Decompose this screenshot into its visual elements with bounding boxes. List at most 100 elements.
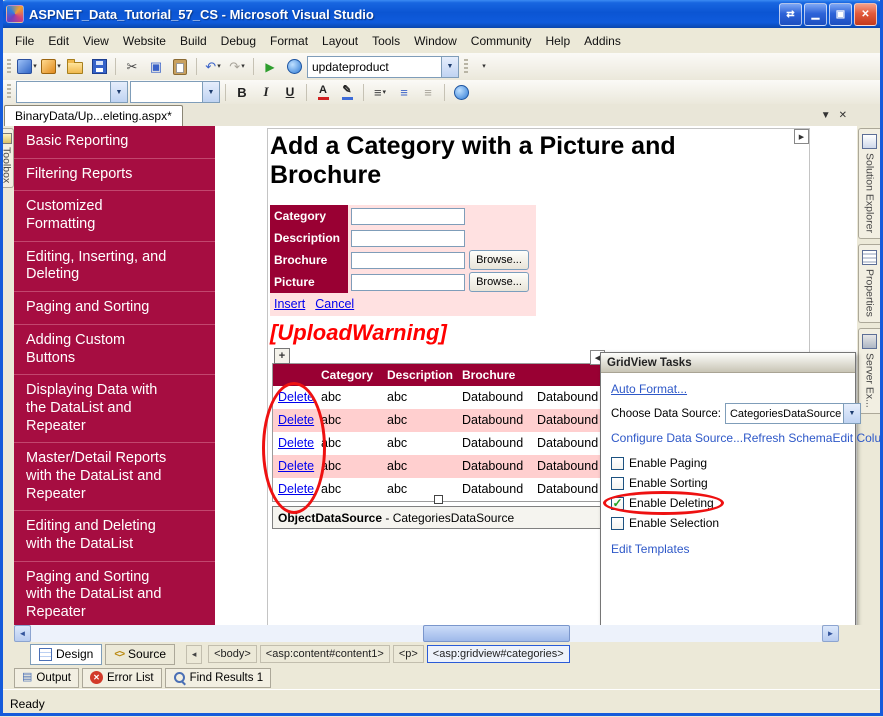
cancel-link[interactable]: Cancel xyxy=(315,297,354,311)
underline-button[interactable]: U xyxy=(279,81,301,103)
objectdatasource-control[interactable]: ObjectDataSource - CategoriesDataSource xyxy=(272,506,606,529)
menu-item[interactable]: View xyxy=(76,31,116,51)
tag-breadcrumb[interactable]: <body> xyxy=(208,645,257,663)
combo-dropdown-icon[interactable]: ▼ xyxy=(110,82,127,102)
tab-server-explorer[interactable]: Server Ex... xyxy=(858,328,880,414)
scroll-left-icon[interactable]: ◄ xyxy=(14,625,31,642)
italic-button[interactable]: I xyxy=(255,81,277,103)
sidebar-item[interactable]: Filtering Reports xyxy=(14,159,215,192)
menu-item[interactable]: Format xyxy=(263,31,315,51)
start-debugging-button[interactable]: ▶ xyxy=(259,56,281,78)
browse-button[interactable]: Browse... xyxy=(469,250,529,270)
data-source-combo[interactable]: CategoriesDataSource ▼ xyxy=(725,403,861,424)
scrollbar-track[interactable] xyxy=(31,625,822,642)
paste-button[interactable] xyxy=(169,56,191,78)
menu-item[interactable]: Community xyxy=(464,31,539,51)
task-link[interactable]: Configure Data Source... xyxy=(611,431,743,445)
tag-breadcrumb[interactable]: <asp:content#content1> xyxy=(260,645,390,663)
checkbox[interactable]: ✓ xyxy=(611,457,624,470)
sidebar-item[interactable]: Editing, Inserting, and Deleting xyxy=(14,242,215,292)
minimize-button[interactable]: ▁ xyxy=(804,3,827,26)
checkbox[interactable]: ✓ xyxy=(611,517,624,530)
sidebar-item[interactable]: Adding Custom Buttons xyxy=(14,325,215,375)
content-smart-tag-arrow-icon[interactable]: ▶ xyxy=(794,129,809,144)
add-new-item-button[interactable]: ▾ xyxy=(40,56,62,78)
field-input[interactable] xyxy=(351,274,465,291)
sidebar-item[interactable]: Master/Detail Reports with the DataList … xyxy=(14,443,215,511)
combo-dropdown-icon[interactable]: ▼ xyxy=(843,404,860,423)
tab-properties[interactable]: Properties xyxy=(858,244,880,323)
target-schema-combo[interactable]: ▼ xyxy=(16,81,128,103)
delete-link[interactable]: Delete xyxy=(273,478,316,501)
menu-item[interactable]: Addins xyxy=(577,31,628,51)
tab-solution-explorer[interactable]: Solution Explorer xyxy=(858,128,880,239)
toolbar-options-button[interactable]: ▾ xyxy=(473,56,495,78)
float-window-button[interactable]: ⇄ xyxy=(779,3,802,26)
scroll-right-icon[interactable]: ► xyxy=(822,625,839,642)
toolbar-grip[interactable] xyxy=(7,59,11,75)
horizontal-scrollbar[interactable]: ◄ ► xyxy=(14,625,839,642)
redo-button[interactable]: ↷▾ xyxy=(226,56,248,78)
menu-item[interactable]: Help xyxy=(538,31,577,51)
menu-item[interactable]: Layout xyxy=(315,31,365,51)
new-web-form-button[interactable]: ▾ xyxy=(16,56,38,78)
field-input[interactable] xyxy=(351,230,465,247)
cut-button[interactable]: ✂ xyxy=(121,56,143,78)
titlebar[interactable]: ASPNET_Data_Tutorial_57_CS - Microsoft V… xyxy=(0,0,883,28)
sidebar-item[interactable]: Editing and Deleting with the DataList xyxy=(14,511,215,561)
sidebar-item[interactable]: Paging and Sorting with the DataList and… xyxy=(14,562,215,625)
tag-nav-back-icon[interactable]: ◂ xyxy=(186,645,202,664)
delete-link[interactable]: Delete xyxy=(273,432,316,455)
combo-dropdown-icon[interactable]: ▼ xyxy=(202,82,219,102)
sidebar-item[interactable]: Paging and Sorting xyxy=(14,292,215,325)
browse-button[interactable]: Browse... xyxy=(469,272,529,292)
sidebar-item[interactable]: Customized Formatting xyxy=(14,191,215,241)
scrollbar-thumb[interactable] xyxy=(423,625,570,642)
auto-format-link[interactable]: Auto Format... xyxy=(611,382,845,396)
tab-output[interactable]: ▤ Output xyxy=(14,668,79,688)
toolbar-grip[interactable] xyxy=(7,84,11,100)
sidebar-item[interactable]: Displaying Data with the DataList and Re… xyxy=(14,375,215,443)
field-input[interactable] xyxy=(351,208,465,225)
combo-dropdown-icon[interactable]: ▼ xyxy=(441,57,458,77)
tab-error-list[interactable]: ✕ Error List xyxy=(82,668,162,688)
delete-link[interactable]: Delete xyxy=(273,386,316,409)
browse-with-button[interactable] xyxy=(283,56,305,78)
task-option-row[interactable]: ✓ Enable Deleting xyxy=(611,496,714,510)
highlight-color-button[interactable]: ✎ xyxy=(336,81,358,103)
delete-link[interactable]: Delete xyxy=(273,455,316,478)
menu-item[interactable]: Build xyxy=(173,31,214,51)
menu-item[interactable]: Window xyxy=(407,31,464,51)
copy-button[interactable]: ▣ xyxy=(145,56,167,78)
undo-button[interactable]: ↶▾ xyxy=(202,56,224,78)
menu-item[interactable]: Tools xyxy=(365,31,407,51)
task-option-row[interactable]: ✓ Enable Sorting xyxy=(611,476,708,490)
hyperlink-button[interactable] xyxy=(450,81,472,103)
field-input[interactable] xyxy=(351,252,465,269)
menu-item[interactable]: Edit xyxy=(41,31,76,51)
document-tab[interactable]: BinaryData/Up...eleting.aspx* xyxy=(4,105,183,126)
task-link[interactable]: Refresh Schema xyxy=(743,431,832,445)
tab-design[interactable]: Design xyxy=(30,644,102,665)
insert-link[interactable]: Insert xyxy=(274,297,305,311)
active-files-dropdown-icon[interactable]: ▼ xyxy=(821,110,831,121)
delete-link[interactable]: Delete xyxy=(273,409,316,432)
tag-breadcrumb[interactable]: <p> xyxy=(393,645,424,663)
close-button[interactable]: ✕ xyxy=(854,3,877,26)
toolbar-grip[interactable] xyxy=(464,59,468,75)
tab-toolbox[interactable]: Toolbox xyxy=(0,128,14,188)
save-button[interactable] xyxy=(88,56,110,78)
task-option-row[interactable]: ✓ Enable Selection xyxy=(611,516,719,530)
gridview-move-handle[interactable]: + xyxy=(274,348,290,364)
tab-source[interactable]: <> Source xyxy=(105,644,175,665)
checkbox[interactable]: ✓ xyxy=(611,497,624,510)
tag-breadcrumb[interactable]: <asp:gridview#categories> xyxy=(427,645,570,663)
open-file-button[interactable] xyxy=(64,56,86,78)
bullet-list-button[interactable]: ≡ xyxy=(393,81,415,103)
close-document-icon[interactable]: ✕ xyxy=(839,110,847,121)
bold-button[interactable]: B xyxy=(231,81,253,103)
tab-find-results[interactable]: Find Results 1 xyxy=(165,668,272,688)
sidebar-item[interactable]: Basic Reporting xyxy=(14,126,215,159)
checkbox[interactable]: ✓ xyxy=(611,477,624,490)
task-option-row[interactable]: ✓ Enable Paging xyxy=(611,456,707,470)
